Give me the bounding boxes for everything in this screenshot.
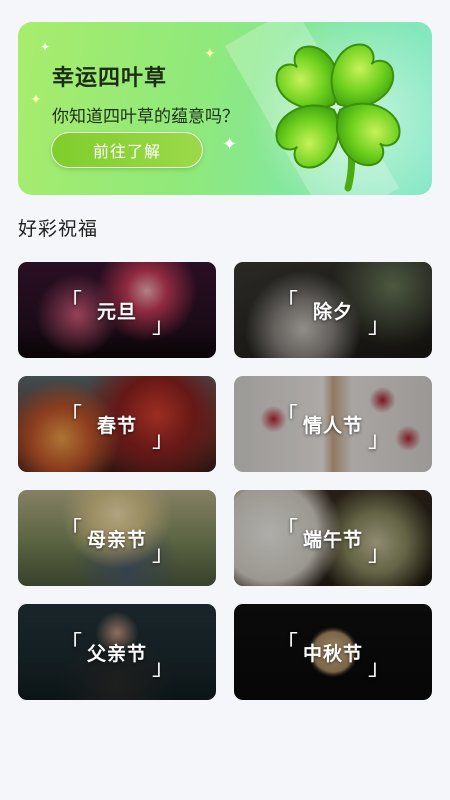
banner-subtitle: 你知道四叶草的蕴意吗？ xyxy=(52,107,239,127)
card-label: 母亲节 xyxy=(86,528,147,551)
card-spring-festival[interactable]: 「 春节 」 xyxy=(18,376,216,472)
sparkle-icon: ✦ xyxy=(30,92,42,108)
banner-title: 幸运四叶草 xyxy=(52,66,168,91)
card-label: 春节 xyxy=(96,414,137,437)
four-leaf-clover-icon xyxy=(275,43,401,192)
card-new-year[interactable]: 「 元旦 」 xyxy=(18,262,216,358)
sparkle-icon: ✦ xyxy=(40,40,51,54)
sparkle-icon: ✦ xyxy=(222,134,238,155)
sparkle-icon: ✦ xyxy=(204,46,216,62)
card-dragon-boat-festival[interactable]: 「 端午节 」 xyxy=(234,490,432,586)
card-new-years-eve[interactable]: 「 除夕 」 xyxy=(234,262,432,358)
card-label: 元旦 xyxy=(96,300,137,323)
card-mothers-day[interactable]: 「 母亲节 」 xyxy=(18,490,216,586)
card-label: 端午节 xyxy=(302,528,363,551)
section-title: 好彩祝福 xyxy=(18,218,99,240)
card-fathers-day[interactable]: 「 父亲节 」 xyxy=(18,604,216,700)
card-label: 中秋节 xyxy=(302,642,363,665)
card-valentines-day[interactable]: 「 情人节 」 xyxy=(234,376,432,472)
card-mid-autumn-festival[interactable]: 「 中秋节 」 xyxy=(234,604,432,700)
card-label: 情人节 xyxy=(302,414,363,437)
card-label: 父亲节 xyxy=(86,642,147,665)
learn-more-button[interactable]: 前往了解 xyxy=(51,132,203,168)
card-label: 除夕 xyxy=(312,300,353,323)
